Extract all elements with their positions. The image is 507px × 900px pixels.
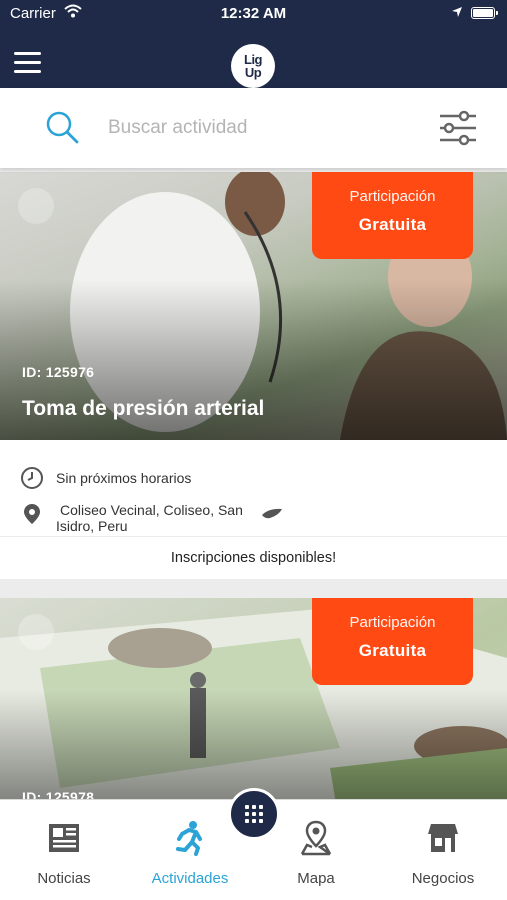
logo-text-bottom: Up	[244, 65, 262, 80]
clock: 12:32 AM	[220, 5, 287, 22]
search-icon[interactable]	[44, 109, 80, 145]
clock-icon	[21, 467, 43, 489]
participation-badge: Participación Gratuita	[312, 172, 473, 259]
favorite-star-button[interactable]	[18, 614, 54, 650]
location-text: Coliseo Vecinal, Coliseo, San Isidro, Pe…	[56, 502, 243, 534]
map-pin-icon	[300, 820, 332, 856]
runner-icon	[176, 821, 202, 856]
store-icon	[428, 824, 458, 852]
tab-noticias[interactable]: Noticias	[4, 820, 124, 887]
filter-sliders-icon[interactable]	[438, 108, 478, 148]
activity-id: ID: 125976	[22, 364, 95, 380]
tab-label: Actividades	[151, 870, 229, 887]
search-bar	[0, 88, 507, 168]
badge-label: Participación	[349, 614, 436, 631]
location-line-1: Coliseo Vecinal, Coliseo, San	[60, 502, 243, 518]
newspaper-icon	[49, 824, 79, 852]
badge-value: Gratuita	[358, 215, 427, 234]
activity-title: Toma de presión arterial	[22, 397, 265, 420]
tab-label: Noticias	[37, 870, 91, 887]
tab-label: Mapa	[297, 870, 335, 887]
badge-label: Participación	[349, 188, 436, 205]
top-navigation-bar: Carrier 12:32 AM Lig Up	[0, 0, 507, 88]
participation-badge: Participación Gratuita	[312, 598, 473, 685]
schedule-row: Sin próximos horarios	[20, 466, 191, 490]
tab-negocios[interactable]: Negocios	[383, 820, 503, 887]
grid-menu-button[interactable]	[228, 788, 280, 840]
mask-icon	[261, 508, 282, 519]
status-bar: Carrier 12:32 AM	[0, 0, 507, 28]
location-arrow-icon	[452, 7, 462, 17]
favorite-star-button[interactable]	[18, 188, 54, 224]
search-input[interactable]	[108, 112, 408, 144]
app-screen: Carrier 12:32 AM Lig Up Buscar actividad…	[0, 0, 507, 900]
location-pin-icon	[24, 504, 40, 524]
location-row: Coliseo Vecinal, Coliseo, San Isidro, Pe…	[20, 502, 283, 534]
battery-icon	[471, 7, 498, 19]
activity-image[interactable]: Participación Gratuita ID: 125976 Toma d…	[0, 172, 507, 440]
tab-label: Negocios	[411, 870, 475, 887]
activity-card[interactable]: Participación Gratuita ID: 125976 Toma d…	[0, 172, 507, 579]
location-line-2: Isidro, Peru	[56, 518, 128, 534]
hamburger-menu-button[interactable]	[14, 52, 42, 76]
grid-icon	[245, 805, 263, 823]
tab-actividades[interactable]: Actividades	[130, 820, 250, 887]
registration-status-button[interactable]: Inscripciones disponibles!	[0, 536, 507, 579]
app-logo: Lig Up	[231, 44, 275, 88]
badge-value: Gratuita	[358, 641, 427, 660]
schedule-text: Sin próximos horarios	[56, 470, 192, 486]
